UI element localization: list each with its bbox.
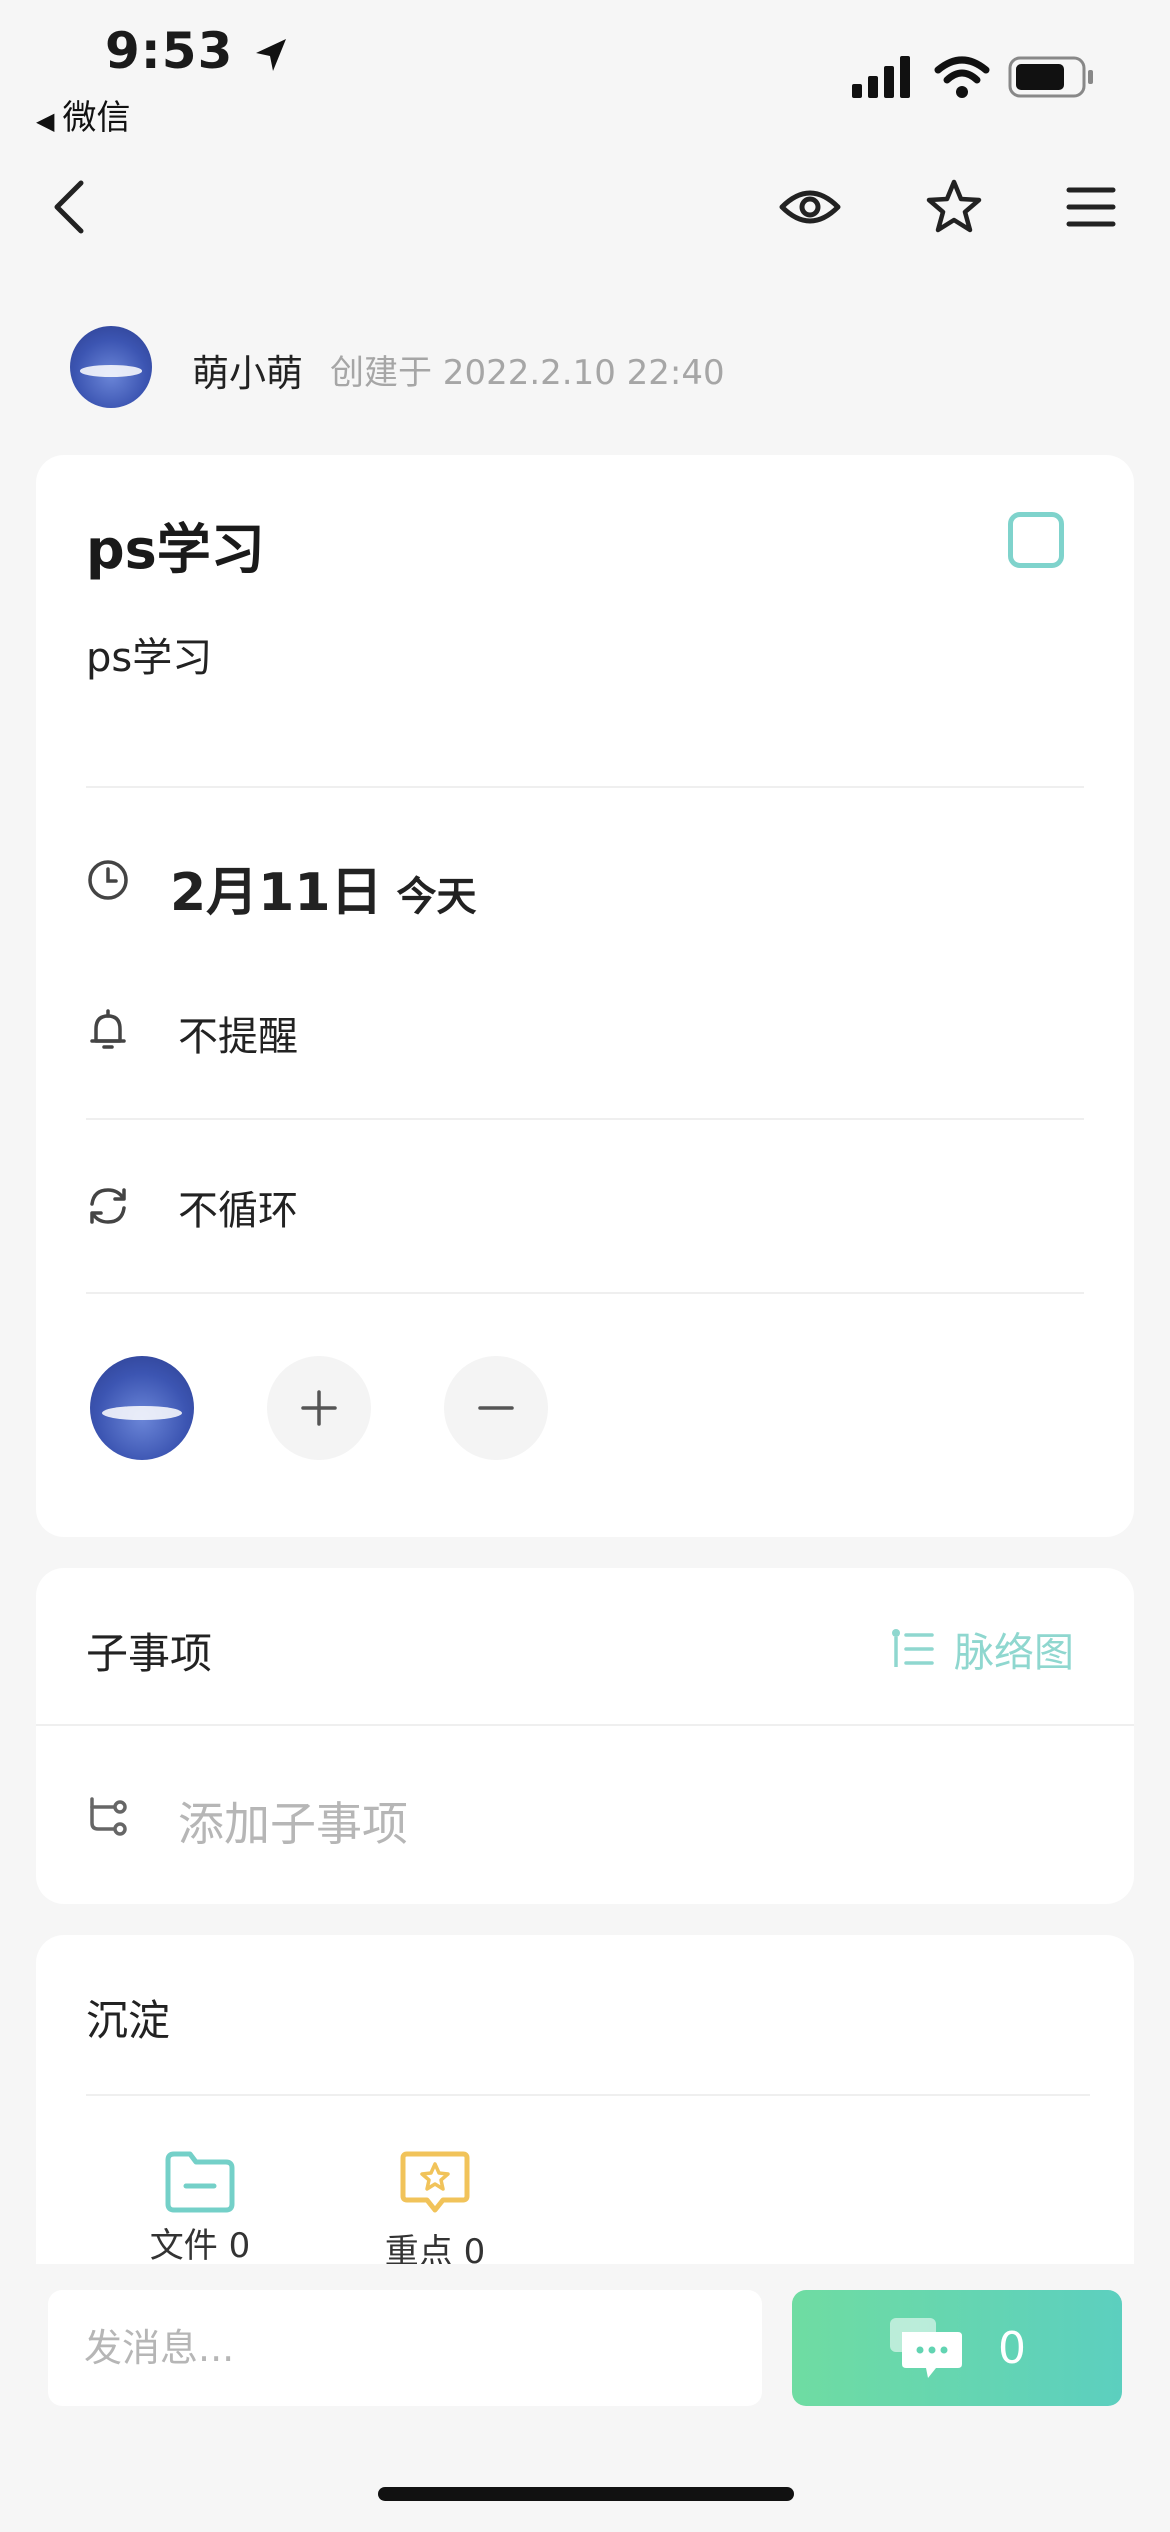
files-stat[interactable]: 文件 0: [140, 2150, 260, 2267]
subtask-branch-icon: [90, 1797, 127, 1836]
status-time-text: 9:53: [105, 22, 234, 80]
due-date[interactable]: 2月11日 今天: [170, 850, 477, 925]
minus-icon: [478, 1406, 514, 1410]
due-date-value: 2月11日: [170, 863, 383, 923]
bell-icon: [90, 1009, 126, 1049]
add-subtask-input[interactable]: 添加子事项: [178, 1788, 408, 1854]
remove-member-button[interactable]: [444, 1356, 548, 1460]
wifi-icon: [934, 56, 990, 98]
clock-icon: [88, 860, 128, 900]
task-title[interactable]: ps学习: [86, 505, 265, 584]
mindmap-link[interactable]: 脉络图: [890, 1620, 1074, 1678]
eye-icon: [779, 190, 841, 224]
message-input[interactable]: [48, 2290, 762, 2406]
cellular-signal-icon: [852, 56, 910, 98]
created-at: 创建于 2022.2.10 22:40: [330, 353, 725, 393]
files-stat-label: 文件 0: [149, 2226, 251, 2266]
deposit-title: 沉淀: [86, 1996, 171, 2045]
star-icon: [926, 179, 982, 233]
visibility-button[interactable]: [775, 172, 845, 242]
task-description[interactable]: ps学习: [86, 625, 212, 683]
status-time: 9:53: [105, 22, 292, 80]
back-app-label: 微信: [62, 98, 131, 138]
divider: [86, 1118, 1084, 1120]
battery-icon: [1008, 56, 1093, 98]
comment-count: 0: [998, 2322, 1026, 2374]
add-member-button[interactable]: [267, 1356, 371, 1460]
divider: [86, 1292, 1084, 1294]
reminder-setting[interactable]: 不提醒: [178, 1004, 298, 1062]
repeat-icon: [90, 1188, 126, 1224]
back-chevron-icon: [54, 180, 84, 234]
menu-icon: [1066, 187, 1116, 227]
task-card: [36, 455, 1134, 1537]
home-indicator: [378, 2487, 794, 2501]
plus-icon: [301, 1390, 337, 1426]
due-date-relative: 今天: [396, 874, 477, 920]
location-arrow-icon: [255, 38, 286, 71]
repeat-setting[interactable]: 不循环: [178, 1178, 298, 1236]
favorite-button[interactable]: [919, 172, 989, 242]
highlights-stat[interactable]: 重点 0: [375, 2150, 495, 2273]
back-button[interactable]: [34, 172, 104, 242]
task-complete-checkbox[interactable]: [1008, 512, 1064, 568]
folder-icon: [165, 2151, 235, 2213]
divider: [36, 1724, 1134, 1726]
creator-avatar[interactable]: [70, 326, 152, 408]
creator-name: 萌小萌: [192, 352, 303, 395]
mindmap-icon: [892, 1629, 934, 1667]
star-bubble-icon: [400, 2151, 470, 2213]
assignee-avatar[interactable]: [90, 1356, 194, 1460]
divider: [86, 786, 1084, 788]
back-triangle-icon: ◀: [36, 107, 55, 135]
back-to-app-link[interactable]: ◀ 微信: [36, 90, 130, 139]
divider: [86, 2094, 1090, 2096]
comments-button[interactable]: 0: [792, 2290, 1122, 2406]
subtasks-title: 子事项: [86, 1629, 213, 1678]
chat-bubbles-icon: [890, 2318, 962, 2378]
mindmap-label: 脉络图: [954, 1630, 1074, 1676]
more-menu-button[interactable]: [1056, 172, 1126, 242]
